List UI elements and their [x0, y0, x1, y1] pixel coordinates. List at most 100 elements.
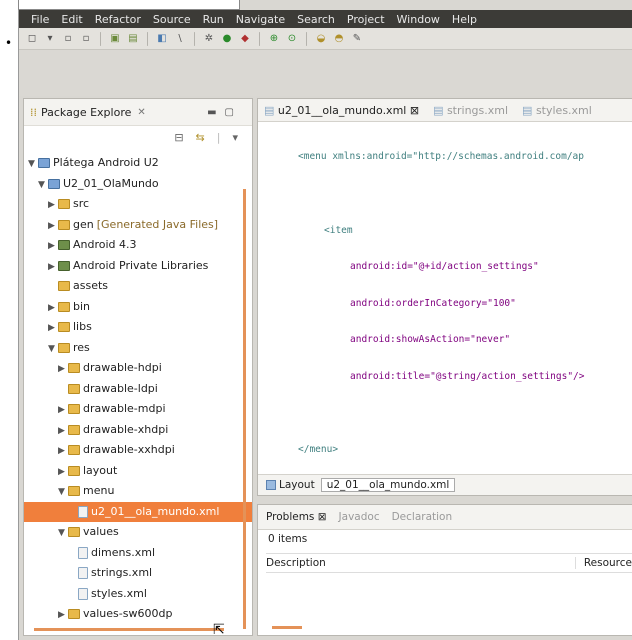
- tab-xml-source[interactable]: u2_01__ola_mundo.xml: [320, 478, 456, 492]
- code-area[interactable]: <menu xmlns:android="http://schemas.andr…: [298, 127, 585, 481]
- tree-item-label: Android Private Libraries: [73, 258, 209, 272]
- menu-run[interactable]: Run: [203, 13, 224, 26]
- tab-layout-label: Layout: [279, 479, 315, 491]
- code-line: android:id="@+id/action_settings": [298, 261, 585, 273]
- menu-edit[interactable]: Edit: [61, 13, 82, 26]
- close-tab-icon[interactable]: ⊠: [406, 104, 419, 117]
- expand-arrow-icon[interactable]: ▶: [48, 318, 58, 338]
- tree-item[interactable]: drawable-ldpi: [24, 379, 252, 400]
- tree-item[interactable]: ▶ Android Private Libraries: [24, 256, 252, 277]
- link-editor-icon[interactable]: ⇆: [196, 131, 205, 144]
- horizontal-scroll-indicator: [34, 628, 224, 631]
- folder-icon: [68, 404, 80, 414]
- code-line: android:orderInCategory="100": [298, 298, 585, 310]
- search-icon[interactable]: ◓: [332, 32, 346, 46]
- column-description[interactable]: Description: [266, 557, 326, 569]
- tree-item[interactable]: ▶ drawable-hdpi: [24, 358, 252, 379]
- save-all-icon[interactable]: ▫: [79, 32, 93, 46]
- dropdown-icon[interactable]: ▾: [43, 32, 57, 46]
- folder-icon: [68, 609, 80, 619]
- tree-item[interactable]: ▼ U2_01_OlaMundo: [24, 174, 252, 195]
- package-explorer-title[interactable]: Package Explore: [41, 106, 131, 119]
- collapse-arrow-icon[interactable]: ▼: [58, 523, 68, 543]
- minimize-maximize-icons[interactable]: ▬▢: [207, 107, 242, 118]
- menu-file[interactable]: File: [31, 13, 49, 26]
- new-package-icon[interactable]: ⊙: [285, 32, 299, 46]
- tree-item[interactable]: ▼ res: [24, 338, 252, 359]
- view-menu-icon[interactable]: ▾: [232, 131, 238, 144]
- expand-arrow-icon[interactable]: ▶: [48, 236, 58, 256]
- new-icon[interactable]: ◻: [25, 32, 39, 46]
- pen-icon[interactable]: ✎: [350, 32, 364, 46]
- tree-item[interactable]: ▼ Plátega Android U2: [24, 153, 252, 174]
- expand-arrow-icon[interactable]: ▶: [48, 257, 58, 277]
- avd-icon[interactable]: ▤: [126, 32, 140, 46]
- collapse-arrow-icon[interactable]: ▼: [58, 482, 68, 502]
- new-class-icon[interactable]: ⊕: [267, 32, 281, 46]
- android-sdk-icon[interactable]: ▣: [108, 32, 122, 46]
- close-tab-icon[interactable]: ⊠: [314, 511, 327, 523]
- editor-tab[interactable]: ▤ strings.xml: [433, 104, 508, 117]
- tree-item[interactable]: ▶ gen [Generated Java Files]: [24, 215, 252, 236]
- menu-project[interactable]: Project: [347, 13, 385, 26]
- menu-refactor[interactable]: Refactor: [95, 13, 141, 26]
- folder-icon: [68, 424, 80, 435]
- collapse-arrow-icon[interactable]: ▼: [38, 175, 48, 195]
- tree-item-label: values-sw600dp: [83, 607, 173, 620]
- wand-icon[interactable]: \: [173, 32, 187, 46]
- tree-item[interactable]: strings.xml: [24, 563, 252, 584]
- menu-window[interactable]: Window: [397, 13, 440, 26]
- tree-item[interactable]: ▶ drawable-xhdpi: [24, 420, 252, 441]
- tree-item[interactable]: ▼ values: [24, 522, 252, 543]
- expand-arrow-icon[interactable]: ▶: [58, 605, 68, 625]
- debug-icon[interactable]: ✲: [202, 32, 216, 46]
- tab-javadoc[interactable]: Javadoc: [339, 511, 380, 523]
- xml-file-icon: [78, 546, 88, 559]
- run-icon[interactable]: ●: [220, 32, 234, 46]
- tab-layout[interactable]: Layout: [266, 479, 315, 491]
- tree-item[interactable]: ▶ src: [24, 194, 252, 215]
- tree-item[interactable]: ▼ menu: [24, 481, 252, 502]
- tree-item[interactable]: dimens.xml: [24, 543, 252, 564]
- tree-item[interactable]: assets: [24, 276, 252, 297]
- expand-arrow-icon[interactable]: ▶: [48, 298, 58, 318]
- tab-label: Javadoc: [338, 511, 380, 523]
- tree-item[interactable]: ▶ libs: [24, 317, 252, 338]
- editor-tab[interactable]: ▤ styles.xml: [522, 104, 592, 117]
- expand-arrow-icon[interactable]: ▶: [58, 359, 68, 379]
- column-resource[interactable]: Resource: [574, 557, 632, 569]
- menu-source[interactable]: Source: [153, 13, 191, 26]
- expand-arrow-icon[interactable]: ▶: [58, 441, 68, 461]
- expand-arrow-icon[interactable]: ▶: [58, 421, 68, 441]
- expand-arrow-icon[interactable]: ▶: [58, 462, 68, 482]
- expand-arrow-icon[interactable]: ▶: [58, 400, 68, 420]
- toolbar-separator: [259, 31, 260, 46]
- collapse-arrow-icon[interactable]: ▼: [48, 339, 58, 359]
- tree-item[interactable]: ▶ drawable-mdpi: [24, 399, 252, 420]
- collapse-arrow-icon[interactable]: ▼: [28, 154, 38, 174]
- expand-arrow-icon[interactable]: ▶: [48, 216, 58, 236]
- close-icon[interactable]: ✕: [137, 107, 145, 118]
- tree-item[interactable]: ▶ layout: [24, 461, 252, 482]
- tree-item[interactable]: ▶ bin: [24, 297, 252, 318]
- menu-search[interactable]: Search: [297, 13, 335, 26]
- package-explorer-toolbar: ⊟ ⇆ | ▾: [24, 126, 252, 148]
- save-icon[interactable]: ▫: [61, 32, 75, 46]
- lint-icon[interactable]: ◧: [155, 32, 169, 46]
- tree-item[interactable]: ▶ drawable-xxhdpi: [24, 440, 252, 461]
- menu-help[interactable]: Help: [452, 13, 477, 26]
- main-toolbar: ◻ ▾ ▫ ▫ ▣ ▤ ◧ \ ✲ ● ◆ ⊕ ⊙ ◒ ◓ ✎: [19, 28, 632, 50]
- tab-problems[interactable]: Problems ⊠: [266, 511, 327, 523]
- collapse-all-icon[interactable]: ⊟: [174, 131, 183, 144]
- external-tools-icon[interactable]: ◆: [238, 32, 252, 46]
- editor-tab[interactable]: ▤ u2_01__ola_mundo.xml ⊠: [264, 104, 419, 117]
- tree-item[interactable]: styles.xml: [24, 584, 252, 605]
- expand-arrow-icon[interactable]: ▶: [48, 195, 58, 215]
- xml-file-icon: ▤: [264, 103, 278, 117]
- menu-navigate[interactable]: Navigate: [236, 13, 285, 26]
- open-type-icon[interactable]: ◒: [314, 32, 328, 46]
- tree-item[interactable]: ▶ Android 4.3: [24, 235, 252, 256]
- tree-item[interactable]: u2_01__ola_mundo.xml: [24, 501, 252, 522]
- tab-xml-source-label: u2_01__ola_mundo.xml: [326, 479, 450, 491]
- tab-declaration[interactable]: Declaration: [392, 511, 453, 523]
